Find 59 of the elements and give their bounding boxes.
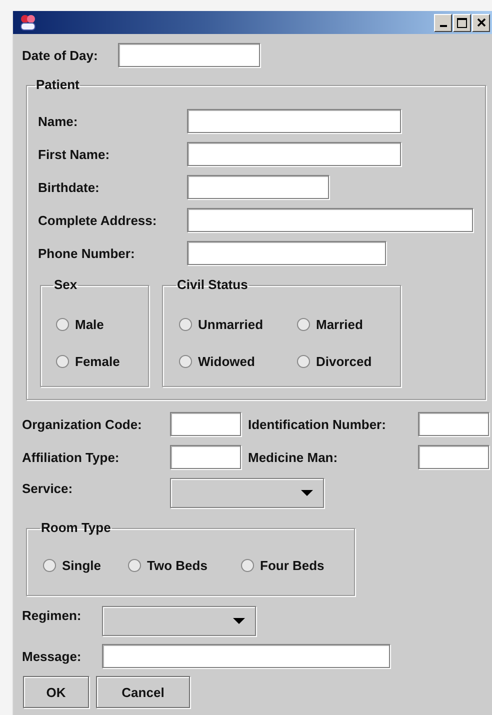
input-field[interactable] — [170, 412, 241, 436]
radio-button[interactable] — [128, 559, 141, 572]
radio-option[interactable]: Four Beds — [241, 558, 344, 573]
input-field[interactable] — [170, 445, 241, 469]
radio-option[interactable]: Divorced — [297, 354, 394, 369]
app-icon — [19, 14, 37, 31]
input-field[interactable] — [187, 241, 386, 265]
ok-button[interactable]: OK — [23, 676, 89, 708]
field-label: Message: — [22, 648, 82, 664]
close-button[interactable] — [472, 14, 490, 32]
dropdown[interactable] — [170, 478, 324, 508]
input-field[interactable] — [102, 644, 390, 668]
input-field[interactable] — [418, 445, 489, 469]
radio-button[interactable] — [297, 318, 310, 331]
input-field[interactable] — [187, 142, 401, 166]
dropdown-caret-icon — [233, 618, 245, 624]
radio-option[interactable]: Single — [43, 558, 128, 573]
close-icon — [476, 18, 486, 27]
radio-option[interactable]: Female — [56, 354, 138, 369]
field-label: Identification Number: — [248, 416, 387, 432]
field-label: Regimen: — [22, 607, 82, 623]
group-title: Patient — [35, 77, 80, 93]
radio-button[interactable] — [56, 318, 69, 331]
field-label: Date of Day: — [22, 48, 99, 62]
input-field[interactable] — [418, 412, 489, 436]
radio-option[interactable]: Widowed — [179, 354, 297, 369]
field-label: Birthdate: — [38, 180, 100, 194]
cancel-button[interactable]: Cancel — [96, 676, 190, 708]
radio-button[interactable] — [297, 355, 310, 368]
maximize-icon — [457, 18, 467, 28]
radio-option[interactable]: Married — [297, 317, 394, 332]
input-field[interactable] — [187, 175, 329, 199]
field-label: Medicine Man: — [248, 450, 339, 464]
field-label: Affiliation Type: — [22, 450, 120, 464]
field-label: Service: — [22, 480, 74, 496]
radio-button[interactable] — [43, 559, 56, 572]
field-label: Organization Code: — [22, 416, 143, 432]
radio-button[interactable] — [179, 355, 192, 368]
dropdown-caret-icon — [301, 490, 313, 496]
minimize-button[interactable] — [434, 14, 452, 32]
maximize-button[interactable] — [453, 14, 471, 32]
field-label: First Name: — [38, 146, 111, 162]
minimize-icon — [440, 25, 446, 27]
group-title: Civil Status — [176, 277, 249, 293]
radio-button[interactable] — [56, 355, 69, 368]
field-label: Name: — [38, 114, 79, 128]
field-label: Phone Number: — [38, 246, 136, 260]
radio-button[interactable] — [241, 559, 254, 572]
radio-button[interactable] — [179, 318, 192, 331]
group-title: Room Type — [40, 520, 112, 536]
dropdown[interactable] — [102, 606, 256, 636]
radio-option[interactable]: Male — [56, 317, 138, 332]
group-title: Sex — [53, 277, 78, 293]
radio-option[interactable]: Two Beds — [128, 558, 241, 573]
input-field[interactable] — [118, 43, 260, 67]
radio-option[interactable]: Unmarried — [179, 317, 297, 332]
input-field[interactable] — [187, 208, 473, 232]
input-field[interactable] — [187, 109, 401, 133]
field-label: Complete Address: — [38, 212, 158, 228]
